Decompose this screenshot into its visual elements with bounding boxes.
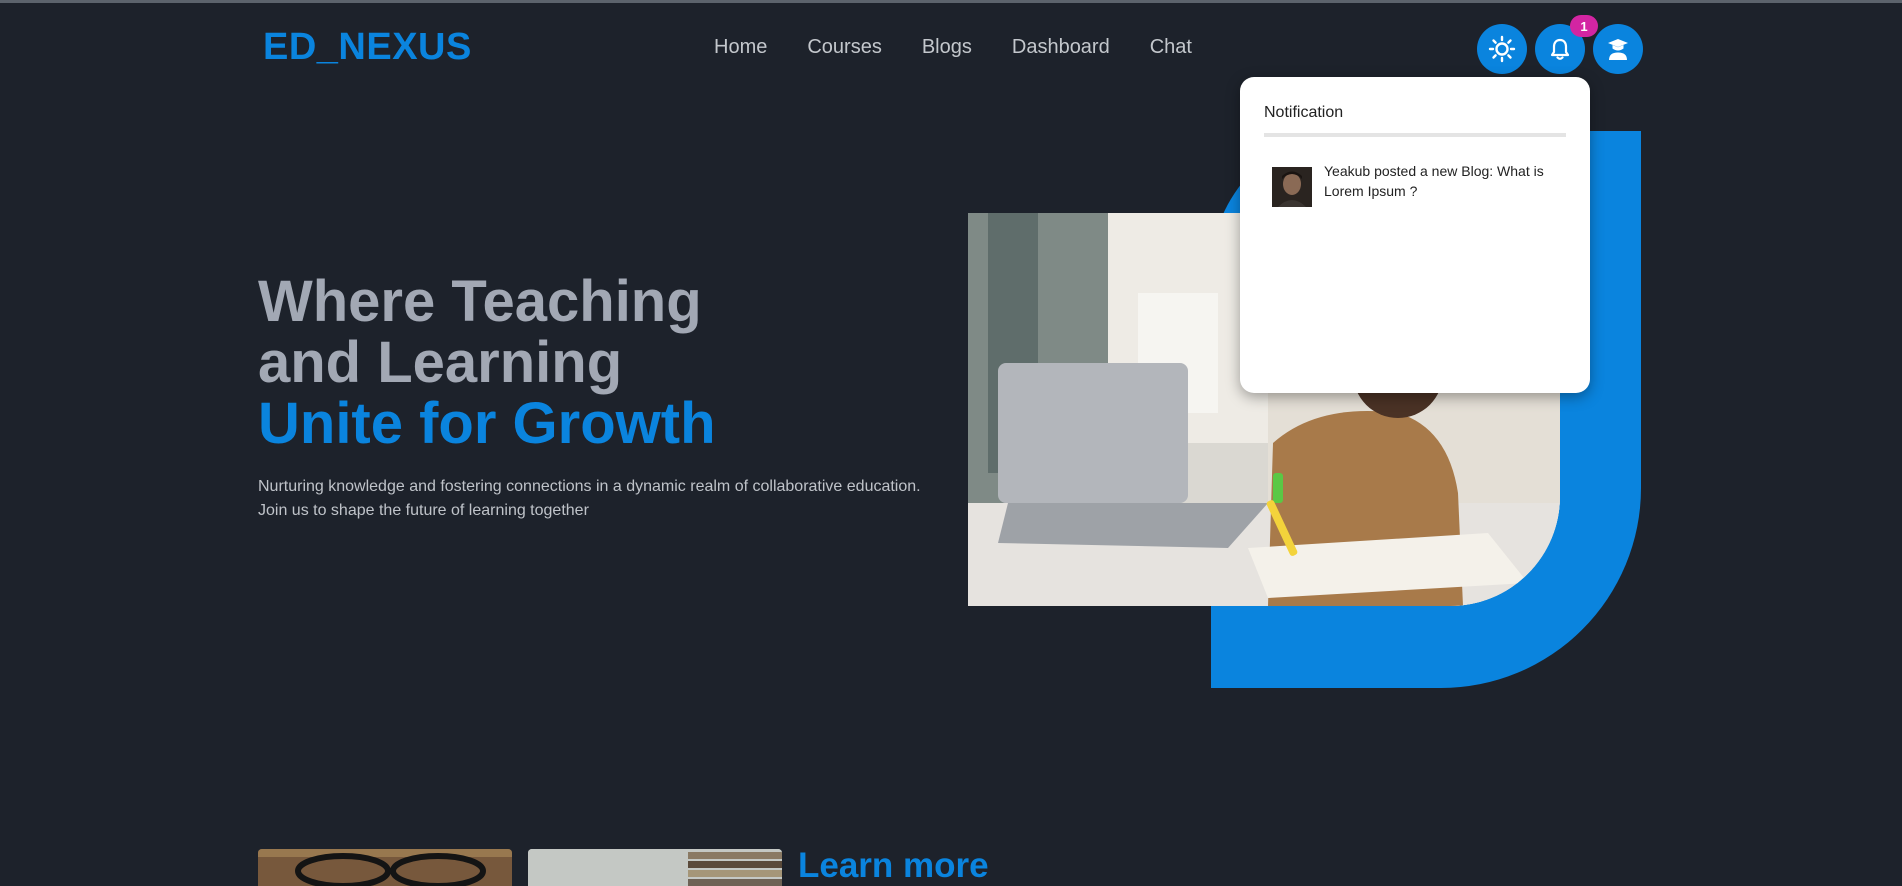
section-image-books (528, 849, 782, 886)
section-image-glasses (258, 849, 512, 886)
notification-divider (1264, 133, 1566, 137)
hero-headline-line3: Unite for Growth (258, 391, 716, 456)
main-nav: Home Courses Blogs Dashboard Chat (714, 36, 1232, 59)
theme-toggle-button[interactable] (1477, 24, 1527, 74)
sun-icon (1488, 35, 1516, 63)
notification-item-text: Yeakub posted a new Blog: What is Lorem … (1324, 163, 1544, 199)
hero-subtitle: Nurturing knowledge and fostering connec… (258, 478, 921, 519)
nav-chat[interactable]: Chat (1150, 36, 1192, 59)
notification-dropdown: Notification Yeakub posted a new Blog: W… (1240, 77, 1590, 393)
brand-logo[interactable]: ED_NEXUS (263, 26, 472, 69)
bell-icon (1550, 38, 1570, 60)
nav-blogs[interactable]: Blogs (922, 36, 972, 59)
avatar (1272, 167, 1312, 207)
hero-headline-line2: and Learning (258, 330, 623, 395)
nav-dashboard[interactable]: Dashboard (1012, 36, 1110, 59)
learn-more-heading: Learn more (798, 846, 989, 885)
top-border (0, 0, 1902, 3)
notification-count-badge: 1 (1570, 15, 1598, 37)
notification-item[interactable]: Yeakub posted a new Blog: What is Lorem … (1272, 161, 1562, 207)
nav-courses[interactable]: Courses (807, 36, 881, 59)
hero-headline: Where Teaching and Learning Unite for Gr… (258, 271, 716, 454)
nav-home[interactable]: Home (714, 36, 767, 59)
graduate-user-icon (1608, 39, 1628, 60)
notification-title: Notification (1264, 104, 1344, 121)
user-menu-button[interactable] (1593, 24, 1643, 74)
hero-headline-line1: Where Teaching (258, 269, 702, 334)
